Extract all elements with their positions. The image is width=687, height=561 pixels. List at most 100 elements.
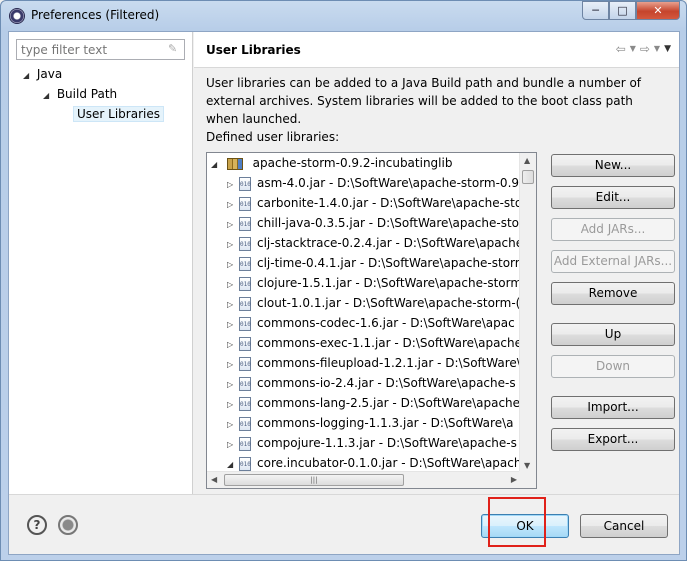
jar-row[interactable]: ▷ 010 commons-fileupload-1.2.1.jar - D:\So… xyxy=(227,353,521,373)
jar-icon: 010 xyxy=(239,256,251,271)
jar-icon: 010 xyxy=(239,336,251,351)
down-button[interactable]: Down xyxy=(551,355,675,378)
jar-row[interactable]: ▷ 010 commons-lang-2.5.jar - D:\SoftWare\a… xyxy=(227,393,520,413)
jar-row[interactable]: ◢ 010 core.incubator-0.1.0.jar - D:\SoftWa… xyxy=(227,453,521,473)
collapsed-arrow-icon[interactable]: ▷ xyxy=(227,355,237,373)
expanded-arrow-icon[interactable]: ◢ xyxy=(43,87,53,105)
jar-row[interactable]: ▷ 010 clout-1.0.1.jar - D:\SoftWare\apache… xyxy=(227,293,520,313)
back-menu-chevron-icon[interactable]: ▼ xyxy=(630,42,636,56)
edit-button[interactable]: Edit... xyxy=(551,186,675,209)
clear-filter-icon[interactable]: ✎ xyxy=(168,43,180,55)
new-button[interactable]: New... xyxy=(551,154,675,177)
up-button[interactable]: Up xyxy=(551,323,675,346)
scroll-corner xyxy=(519,471,536,488)
page-description: User libraries can be added to a Java Bu… xyxy=(206,76,642,126)
library-row[interactable]: ◢ apache-storm-0.9.2-incubatinglib xyxy=(211,153,452,173)
tree-item-java[interactable]: ◢ Java xyxy=(23,65,62,83)
forward-arrow-icon[interactable]: ⇨ xyxy=(640,42,650,56)
collapsed-arrow-icon[interactable]: ▷ xyxy=(227,335,237,353)
user-libraries-tree[interactable]: ◢ apache-storm-0.9.2-incubatinglib ▷ 010 a… xyxy=(206,152,537,489)
expanded-arrow-icon[interactable]: ◢ xyxy=(211,155,221,173)
collapsed-arrow-icon[interactable]: ▷ xyxy=(227,415,237,433)
jar-icon: 010 xyxy=(239,196,251,211)
tree-item-user-libraries[interactable]: User Libraries xyxy=(73,105,164,123)
remove-button[interactable]: Remove xyxy=(551,282,675,305)
jar-icon: 010 xyxy=(239,416,251,431)
jar-row[interactable]: ▷ 010 chill-java-0.3.5.jar - D:\SoftWare\a… xyxy=(227,213,519,233)
forward-menu-chevron-icon[interactable]: ▼ xyxy=(654,42,660,56)
add-external-jars-button[interactable]: Add External JARs... xyxy=(551,250,675,273)
jar-icon: 010 xyxy=(239,296,251,311)
back-arrow-icon[interactable]: ⇦ xyxy=(616,42,626,56)
dialog-footer: ? OK Cancel xyxy=(9,494,679,554)
scroll-right-arrow-icon[interactable]: ▶ xyxy=(511,475,517,484)
maximize-button[interactable]: □ xyxy=(609,1,636,20)
jar-row[interactable]: ▷ 010 commons-logging-1.1.3.jar - D:\SoftW… xyxy=(227,413,513,433)
jar-icon: 010 xyxy=(239,436,251,451)
jar-row[interactable]: ▷ 010 clojure-1.5.1.jar - D:\SoftWare\apac… xyxy=(227,273,522,293)
library-icon xyxy=(226,157,243,170)
jar-row[interactable]: ▷ 010 commons-codec-1.6.jar - D:\SoftWare\… xyxy=(227,313,515,333)
jar-label: clj-time-0.4.1.jar - D:\SoftWare\apache-… xyxy=(257,256,520,270)
record-icon[interactable] xyxy=(58,515,78,535)
jar-label: commons-exec-1.1.jar - D:\SoftWare\apach… xyxy=(257,336,523,350)
collapsed-arrow-icon[interactable]: ▷ xyxy=(227,175,237,193)
jar-row[interactable]: ▷ 010 asm-4.0.jar - D:\SoftWare\apache-sto… xyxy=(227,173,519,193)
filter-input[interactable] xyxy=(17,40,163,59)
scroll-thumb[interactable]: ||| xyxy=(224,474,404,486)
page-header: User Libraries ⇦ ▼ ⇨ ▼ ▼ xyxy=(194,32,679,68)
tree-item-label: Java xyxy=(36,67,63,81)
preference-page: User Libraries ⇦ ▼ ⇨ ▼ ▼ User libraries … xyxy=(194,32,679,494)
preference-tree-pane: ✎ ◢ Java ◢ Build Path User Libraries xyxy=(9,32,193,494)
expanded-arrow-icon[interactable]: ◢ xyxy=(23,67,33,85)
jar-label: clojure-1.5.1.jar - D:\SoftWare\apache-s… xyxy=(257,276,523,290)
scroll-up-arrow-icon[interactable]: ▲ xyxy=(524,156,530,165)
ok-highlight-box xyxy=(488,497,546,547)
export-button[interactable]: Export... xyxy=(551,428,675,451)
title-bar[interactable]: Preferences (Filtered) ─ □ ✕ xyxy=(1,1,686,31)
scroll-left-arrow-icon[interactable]: ◀ xyxy=(211,475,217,484)
jar-row[interactable]: ▷ 010 clj-stacktrace-0.2.4.jar - D:\SoftWa… xyxy=(227,233,523,253)
jar-icon: 010 xyxy=(239,376,251,391)
scroll-thumb[interactable] xyxy=(522,170,534,184)
cancel-button[interactable]: Cancel xyxy=(580,514,668,538)
collapsed-arrow-icon[interactable]: ▷ xyxy=(227,275,237,293)
collapsed-arrow-icon[interactable]: ▷ xyxy=(227,295,237,313)
eclipse-icon xyxy=(9,8,25,24)
jar-icon: 010 xyxy=(239,356,251,371)
filter-box: ✎ xyxy=(16,39,185,60)
jar-row[interactable]: ▷ 010 clj-time-0.4.1.jar - D:\SoftWare\apa… xyxy=(227,253,520,273)
jar-row[interactable]: ▷ 010 compojure-1.1.3.jar - D:\SoftWare\ap… xyxy=(227,433,517,453)
defined-libraries-label: Defined user libraries: xyxy=(206,130,340,144)
minimize-button[interactable]: ─ xyxy=(582,1,609,20)
collapsed-arrow-icon[interactable]: ▷ xyxy=(227,395,237,413)
jar-label: carbonite-1.4.0.jar - D:\SoftWare\apache… xyxy=(257,196,523,210)
collapsed-arrow-icon[interactable]: ▷ xyxy=(227,235,237,253)
collapsed-arrow-icon[interactable]: ▷ xyxy=(227,195,237,213)
jar-row[interactable]: ▷ 010 carbonite-1.4.0.jar - D:\SoftWare\ap… xyxy=(227,193,522,213)
jar-row[interactable]: ▷ 010 commons-exec-1.1.jar - D:\SoftWare\a… xyxy=(227,333,522,353)
vertical-scrollbar[interactable]: ▲ ▼ xyxy=(519,153,536,473)
view-menu-icon[interactable]: ▼ xyxy=(664,42,671,56)
jar-row[interactable]: ▷ 010 commons-io-2.4.jar - D:\SoftWare\apa… xyxy=(227,373,516,393)
help-icon[interactable]: ? xyxy=(27,515,47,535)
scroll-down-arrow-icon[interactable]: ▼ xyxy=(524,461,530,470)
jar-icon: 010 xyxy=(239,236,251,251)
tree-item-label: User Libraries xyxy=(73,106,164,122)
import-button[interactable]: Import... xyxy=(551,396,675,419)
jar-label: clout-1.0.1.jar - D:\SoftWare\apache-sto… xyxy=(257,296,521,310)
library-name: apache-storm-0.9.2-incubatinglib xyxy=(252,156,453,170)
collapsed-arrow-icon[interactable]: ▷ xyxy=(227,375,237,393)
collapsed-arrow-icon[interactable]: ▷ xyxy=(227,215,237,233)
jar-label: core.incubator-0.1.0.jar - D:\SoftWare\a… xyxy=(257,456,522,470)
tree-item-label: Build Path xyxy=(56,87,118,101)
collapsed-arrow-icon[interactable]: ▷ xyxy=(227,435,237,453)
page-title: User Libraries xyxy=(206,43,301,57)
collapsed-arrow-icon[interactable]: ▷ xyxy=(227,315,237,333)
add-jars-button[interactable]: Add JARs... xyxy=(551,218,675,241)
horizontal-scrollbar[interactable]: ◀ ||| ▶ xyxy=(207,471,521,488)
collapsed-arrow-icon[interactable]: ▷ xyxy=(227,255,237,273)
tree-item-build-path[interactable]: ◢ Build Path xyxy=(43,85,117,103)
jar-label: commons-fileupload-1.2.1.jar - D:\SoftWa… xyxy=(257,356,521,370)
close-button[interactable]: ✕ xyxy=(636,1,680,20)
